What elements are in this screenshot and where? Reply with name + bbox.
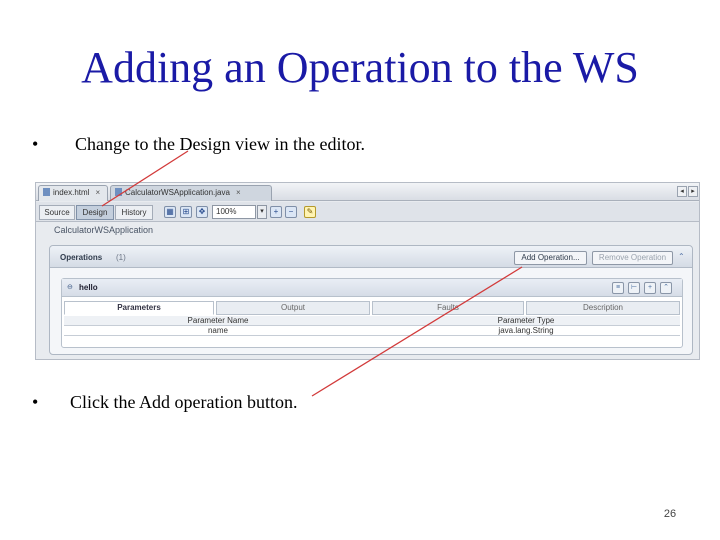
tab-parameters[interactable]: Parameters — [64, 301, 214, 315]
tab-label: CalculatorWSApplication.java — [125, 188, 230, 197]
chevron-down-icon[interactable]: ▾ — [257, 205, 267, 219]
grid-icon[interactable]: ▦ — [164, 206, 176, 218]
tab-faults[interactable]: Faults — [372, 301, 524, 315]
operation-hello: ⊖ hello ≡ ⊢ + ⌃ Parameters Output Faults… — [61, 278, 683, 348]
operation-subtabs: Parameters Output Faults Description — [64, 301, 680, 315]
source-view-button[interactable]: Source — [39, 205, 75, 220]
parameters-table: Parameter Name Parameter Type name java.… — [64, 316, 680, 336]
tab-output[interactable]: Output — [216, 301, 370, 315]
service-name: CalculatorWSApplication — [54, 225, 154, 235]
bullet-marker: • — [32, 134, 39, 154]
add-param-icon[interactable]: + — [644, 282, 656, 294]
history-view-button[interactable]: History — [115, 205, 153, 220]
file-icon — [43, 188, 50, 196]
tab-label: index.html — [53, 188, 90, 197]
table-row[interactable]: name java.lang.String — [64, 326, 680, 336]
column-header-name: Parameter Name — [187, 316, 249, 325]
ide-screenshot: index.html × CalculatorWSApplication.java… — [35, 182, 700, 360]
move-icon[interactable]: ✥ — [196, 206, 208, 218]
param-name-cell: name — [207, 326, 228, 335]
bullet-add-operation: • Click the Add operation button. — [32, 391, 297, 413]
param-type-cell: java.lang.String — [498, 326, 554, 335]
operations-header: Operations (1) Add Operation... Remove O… — [50, 246, 692, 268]
editor-tab-bar: index.html × CalculatorWSApplication.java… — [36, 183, 699, 201]
table-header: Parameter Name Parameter Type — [64, 316, 680, 326]
tree-icon[interactable]: ⊢ — [628, 282, 640, 294]
editor-toolbar: Source Design History ▦ ⊞ ✥ 100% ▾ + − ✎ — [36, 202, 699, 222]
collapse-icon[interactable]: ⌃ — [678, 252, 688, 262]
operations-title: Operations — [60, 253, 103, 262]
collapse-toggle-icon[interactable]: ⊖ — [67, 283, 77, 292]
file-icon — [115, 188, 122, 196]
collapse-icon[interactable]: ⌃ — [660, 282, 672, 294]
operation-header: ⊖ hello ≡ ⊢ + ⌃ — [62, 279, 682, 297]
close-icon[interactable]: × — [236, 188, 241, 197]
operation-name: hello — [79, 283, 98, 292]
design-view-button[interactable]: Design — [76, 205, 114, 220]
zoom-select[interactable]: 100% — [212, 205, 256, 219]
zoom-in-icon[interactable]: + — [270, 206, 282, 218]
fit-icon[interactable]: ⊞ — [180, 206, 192, 218]
bullet-text: Click the Add operation button. — [70, 392, 298, 412]
tab-description[interactable]: Description — [526, 301, 680, 315]
chevron-right-icon[interactable]: ▸ — [688, 186, 698, 197]
close-icon[interactable]: × — [95, 188, 100, 197]
slide-title: Adding an Operation to the WS — [81, 43, 639, 92]
operations-count: (1) — [116, 253, 126, 262]
remove-operation-button[interactable]: Remove Operation — [592, 251, 673, 265]
list-icon[interactable]: ≡ — [612, 282, 624, 294]
column-header-type: Parameter Type — [497, 316, 555, 325]
tab-calculator-ws-application[interactable]: CalculatorWSApplication.java × — [110, 185, 272, 201]
page-number: 26 — [663, 508, 677, 520]
tab-index-html[interactable]: index.html × — [38, 185, 108, 201]
comment-icon[interactable]: ✎ — [304, 206, 316, 218]
bullet-marker: • — [32, 392, 39, 412]
add-operation-button[interactable]: Add Operation... — [514, 251, 587, 265]
zoom-out-icon[interactable]: − — [285, 206, 297, 218]
bullet-text: Change to the Design view in the editor. — [75, 134, 365, 154]
bullet-design-view: • Change to the Design view in the editor… — [32, 133, 365, 155]
operations-panel: Operations (1) Add Operation... Remove O… — [49, 245, 693, 355]
chevron-left-icon[interactable]: ◂ — [677, 186, 687, 197]
